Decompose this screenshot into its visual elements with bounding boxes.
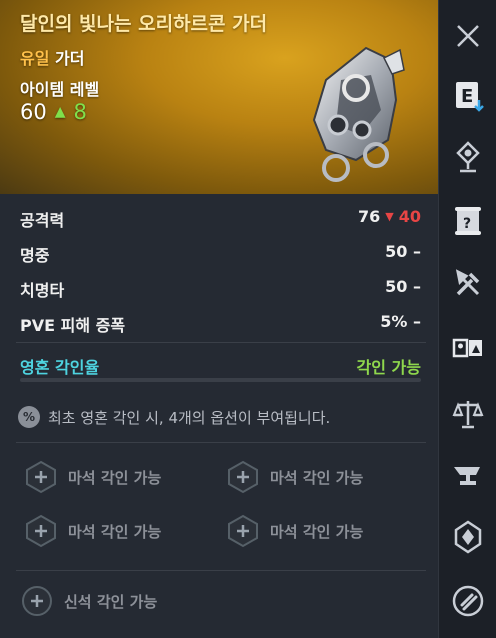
soul-notice: % 최초 영혼 각인 시, 4개의 옵션이 부여됩니다.: [18, 402, 428, 432]
close-icon: [457, 25, 479, 47]
divider: [16, 442, 426, 443]
item-name: 달인의 빛나는 오리하르콘 가더: [20, 13, 268, 35]
godstone-slot[interactable]: 신석 각인 가능: [20, 584, 157, 618]
stat-name: PVE 피해 증폭: [20, 316, 126, 335]
level-up-arrow-icon: ▲: [54, 104, 66, 120]
divider: [16, 570, 426, 571]
close-button[interactable]: [448, 16, 488, 56]
manastone-slot-icon: [26, 460, 56, 494]
stat-value: 50 –: [385, 242, 421, 261]
stat-row-pve-damage: PVE 피해 증폭 5% –: [0, 310, 438, 345]
soul-engrave-status: 각인 가능: [356, 358, 421, 377]
godstone-slot-icon: [22, 586, 52, 616]
anvil-icon: [454, 467, 480, 485]
stat-value: 5% –: [380, 312, 421, 331]
decrease-arrow-icon: ▼: [385, 210, 394, 223]
slot-label: 마석 각인 가능: [68, 468, 162, 487]
manastone-slot-icon: [228, 514, 258, 548]
percent-icon: %: [18, 406, 40, 428]
slot-label: 신석 각인 가능: [64, 592, 158, 611]
divider: [16, 342, 426, 343]
scales-icon: [452, 401, 484, 429]
svg-text:?: ?: [463, 216, 471, 232]
link-icon: [452, 585, 484, 617]
slot-label: 마석 각인 가능: [68, 522, 162, 541]
item-grade: 유일: [20, 49, 50, 68]
stat-row-accuracy: 명중 50 –: [0, 240, 438, 275]
item-grade-type: 유일 가더: [20, 45, 84, 69]
scroll-icon: ?: [455, 207, 481, 235]
stat-name: 치명타: [20, 281, 65, 300]
item-image: [312, 46, 405, 182]
map-pin-icon: [456, 141, 480, 173]
crafting-button[interactable]: [448, 264, 488, 304]
soul-engrave-button[interactable]: [448, 517, 488, 557]
soul-engrave-row: 영혼 각인율 각인 가능: [20, 352, 421, 378]
slot-label: 마석 각인 가능: [270, 468, 364, 487]
manastone-slot[interactable]: 마석 각인 가능: [24, 460, 161, 494]
equip-button[interactable]: E: [448, 76, 488, 116]
stat-row-attack: 공격력 76 ▼ 40: [0, 205, 438, 240]
trade-button[interactable]: [448, 393, 488, 433]
stat-value: 50 –: [385, 277, 421, 296]
enchant-button[interactable]: [448, 455, 488, 495]
equip-e-icon: E: [456, 82, 484, 112]
compare-icon: [452, 338, 482, 358]
manastone-slot[interactable]: 마석 각인 가능: [226, 460, 363, 494]
item-level-gain: 8: [73, 100, 87, 124]
soul-engrave-label: 영혼 각인율: [20, 358, 100, 377]
stat-name: 공격력: [20, 211, 65, 230]
item-level-value: 60: [20, 100, 47, 124]
stat-value: 76 ▼ 40: [358, 207, 421, 226]
link-button[interactable]: [448, 581, 488, 621]
action-sidebar: E ?: [438, 0, 496, 638]
soul-notice-text: 최초 영혼 각인 시, 4개의 옵션이 부여됩니다.: [48, 408, 331, 427]
item-level: 60 ▲ 8: [20, 100, 87, 124]
stat-value-number: 76: [358, 207, 381, 226]
stat-delta: 40: [398, 207, 421, 226]
svg-text:E: E: [461, 86, 473, 107]
soul-crystal-icon: [454, 520, 482, 554]
stat-row-critical: 치명타 50 –: [0, 275, 438, 310]
compare-button[interactable]: [448, 328, 488, 368]
item-tooltip-panel: 달인의 빛나는 오리하르콘 가더 유일 가더 아이템 레벨 60 ▲ 8 공격력…: [0, 0, 438, 638]
item-type: 가더: [55, 49, 85, 68]
manastone-slot[interactable]: 마석 각인 가능: [226, 514, 363, 548]
soul-engrave-progress-bar: [20, 378, 421, 382]
stat-name: 명중: [20, 246, 50, 265]
item-header: 달인의 빛나는 오리하르콘 가더 유일 가더 아이템 레벨 60 ▲ 8: [0, 0, 438, 194]
manastone-slot[interactable]: 마석 각인 가능: [24, 514, 161, 548]
scroll-button[interactable]: ?: [448, 201, 488, 241]
item-level-label: 아이템 레벨: [20, 80, 100, 99]
manastone-slot-icon: [26, 514, 56, 548]
manastone-slot-icon: [228, 460, 258, 494]
stats-list: 공격력 76 ▼ 40 명중 50 – 치명타 50 – PVE 피해 증폭 5…: [0, 205, 438, 345]
location-button[interactable]: [448, 137, 488, 177]
crafting-tools-icon: [455, 269, 480, 296]
slot-label: 마석 각인 가능: [270, 522, 364, 541]
